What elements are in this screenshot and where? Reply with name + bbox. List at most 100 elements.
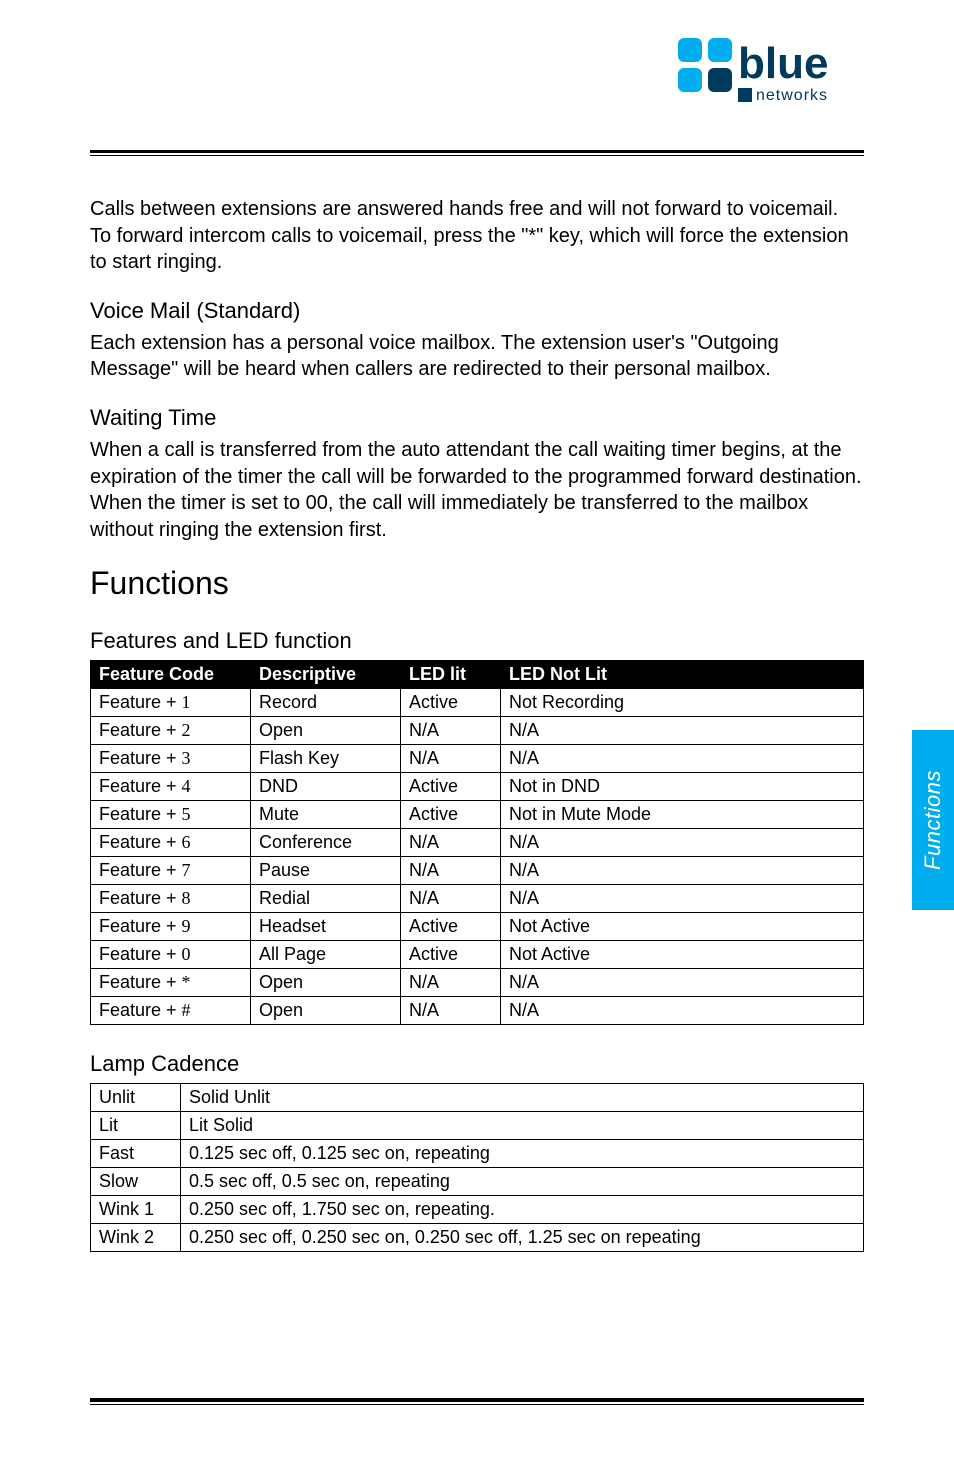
feature-code-prefix: Feature + xyxy=(99,860,182,880)
cadence-desc-cell: 0.125 sec off, 0.125 sec on, repeating xyxy=(181,1140,864,1168)
feature-code-cell: Feature + 4 xyxy=(91,773,251,801)
feature-code-suffix: 1 xyxy=(182,692,191,712)
cadence-desc-cell: 0.250 sec off, 0.250 sec on, 0.250 sec o… xyxy=(181,1224,864,1252)
feature-code-prefix: Feature + xyxy=(99,916,182,936)
led-lit-cell: N/A xyxy=(401,857,501,885)
led-lit-cell: N/A xyxy=(401,829,501,857)
blue-networks-logo-icon: blue networks xyxy=(674,34,864,120)
feature-code-suffix: * xyxy=(182,972,191,992)
cadence-name-cell: Fast xyxy=(91,1140,181,1168)
cadence-name-cell: Slow xyxy=(91,1168,181,1196)
descriptive-cell: Flash Key xyxy=(251,745,401,773)
feature-code-cell: Feature + 0 xyxy=(91,941,251,969)
page: blue networks Functions Calls between ex… xyxy=(0,0,954,1475)
cadence-name-cell: Wink 2 xyxy=(91,1224,181,1252)
led-lit-cell: N/A xyxy=(401,745,501,773)
col-header-feature-code: Feature Code xyxy=(91,661,251,689)
table-row: Feature + 2OpenN/AN/A xyxy=(91,717,864,745)
led-not-lit-cell: N/A xyxy=(501,885,864,913)
descriptive-cell: Open xyxy=(251,997,401,1025)
descriptive-cell: DND xyxy=(251,773,401,801)
feature-code-prefix: Feature + xyxy=(99,944,182,964)
feature-code-cell: Feature + 9 xyxy=(91,913,251,941)
feature-code-cell: Feature + 8 xyxy=(91,885,251,913)
descriptive-cell: Open xyxy=(251,717,401,745)
table-row: LitLit Solid xyxy=(91,1112,864,1140)
feature-code-suffix: 5 xyxy=(182,804,191,824)
feature-code-prefix: Feature + xyxy=(99,1000,182,1020)
table-header-row: Feature Code Descriptive LED lit LED Not… xyxy=(91,661,864,689)
led-lit-cell: N/A xyxy=(401,885,501,913)
feature-code-prefix: Feature + xyxy=(99,776,182,796)
features-led-table: Feature Code Descriptive LED lit LED Not… xyxy=(90,660,864,1025)
side-tab-label: Functions xyxy=(920,770,946,870)
waiting-time-heading: Waiting Time xyxy=(90,405,864,431)
descriptive-cell: Open xyxy=(251,969,401,997)
descriptive-cell: Pause xyxy=(251,857,401,885)
footer-rule-thick xyxy=(90,1398,864,1402)
feature-code-prefix: Feature + xyxy=(99,888,182,908)
table-row: Fast0.125 sec off, 0.125 sec on, repeati… xyxy=(91,1140,864,1168)
col-header-descriptive: Descriptive xyxy=(251,661,401,689)
voice-mail-heading: Voice Mail (Standard) xyxy=(90,298,864,324)
feature-code-cell: Feature + 7 xyxy=(91,857,251,885)
table-row: Feature + #OpenN/AN/A xyxy=(91,997,864,1025)
feature-code-suffix: 6 xyxy=(182,832,191,852)
feature-code-suffix: 2 xyxy=(182,720,191,740)
led-lit-cell: Active xyxy=(401,913,501,941)
descriptive-cell: Headset xyxy=(251,913,401,941)
footer-rules xyxy=(90,1398,864,1405)
features-led-heading: Features and LED function xyxy=(90,628,864,654)
table-row: Feature + 4DNDActiveNot in DND xyxy=(91,773,864,801)
cadence-desc-cell: Solid Unlit xyxy=(181,1084,864,1112)
feature-code-prefix: Feature + xyxy=(99,804,182,824)
feature-code-prefix: Feature + xyxy=(99,748,182,768)
side-tab-functions: Functions xyxy=(912,730,954,910)
led-lit-cell: Active xyxy=(401,941,501,969)
intro-paragraph: Calls between extensions are answered ha… xyxy=(90,196,864,276)
feature-code-prefix: Feature + xyxy=(99,832,182,852)
logo-subtext: networks xyxy=(756,87,828,104)
led-not-lit-cell: N/A xyxy=(501,717,864,745)
feature-code-prefix: Feature + xyxy=(99,692,182,712)
col-header-led-not-lit: LED Not Lit xyxy=(501,661,864,689)
led-not-lit-cell: Not in Mute Mode xyxy=(501,801,864,829)
table-row: Feature + *OpenN/AN/A xyxy=(91,969,864,997)
descriptive-cell: Redial xyxy=(251,885,401,913)
descriptive-cell: Mute xyxy=(251,801,401,829)
feature-code-cell: Feature + * xyxy=(91,969,251,997)
feature-code-cell: Feature + 1 xyxy=(91,689,251,717)
feature-code-suffix: 0 xyxy=(182,944,191,964)
led-not-lit-cell: Not in DND xyxy=(501,773,864,801)
lamp-cadence-table: UnlitSolid UnlitLitLit SolidFast0.125 se… xyxy=(90,1083,864,1252)
header-rule-thin xyxy=(90,155,864,156)
led-lit-cell: N/A xyxy=(401,969,501,997)
cadence-name-cell: Unlit xyxy=(91,1084,181,1112)
brand-logo: blue networks xyxy=(674,34,864,120)
col-header-led-lit: LED lit xyxy=(401,661,501,689)
led-lit-cell: Active xyxy=(401,801,501,829)
led-lit-cell: Active xyxy=(401,773,501,801)
table-row: Slow0.5 sec off, 0.5 sec on, repeating xyxy=(91,1168,864,1196)
voice-mail-body: Each extension has a personal voice mail… xyxy=(90,330,864,383)
lamp-cadence-heading: Lamp Cadence xyxy=(90,1051,864,1077)
footer-rule-thin xyxy=(90,1404,864,1405)
table-row: Wink 10.250 sec off, 1.750 sec on, repea… xyxy=(91,1196,864,1224)
feature-code-cell: Feature + 5 xyxy=(91,801,251,829)
led-not-lit-cell: N/A xyxy=(501,969,864,997)
table-row: Feature + 8RedialN/AN/A xyxy=(91,885,864,913)
feature-code-suffix: 4 xyxy=(182,776,191,796)
descriptive-cell: All Page xyxy=(251,941,401,969)
led-not-lit-cell: Not Active xyxy=(501,913,864,941)
descriptive-cell: Conference xyxy=(251,829,401,857)
feature-code-cell: Feature + 2 xyxy=(91,717,251,745)
feature-code-prefix: Feature + xyxy=(99,720,182,740)
feature-code-prefix: Feature + xyxy=(99,972,182,992)
table-row: Feature + 5MuteActiveNot in Mute Mode xyxy=(91,801,864,829)
led-lit-cell: Active xyxy=(401,689,501,717)
led-lit-cell: N/A xyxy=(401,997,501,1025)
logo-text: blue xyxy=(738,39,828,88)
functions-heading: Functions xyxy=(90,565,864,602)
header-rule-thick xyxy=(90,150,864,153)
cadence-name-cell: Lit xyxy=(91,1112,181,1140)
